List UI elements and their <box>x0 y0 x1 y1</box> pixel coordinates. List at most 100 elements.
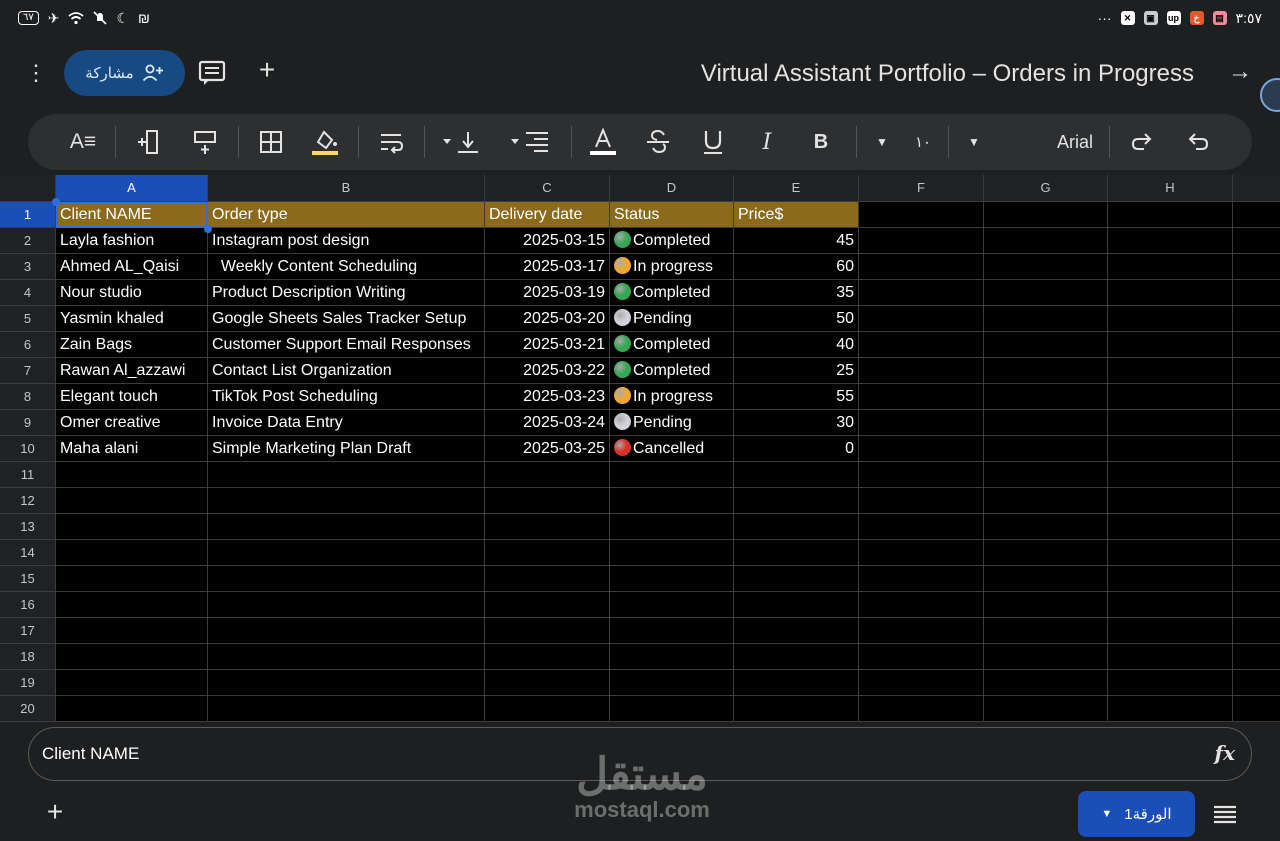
table-cell[interactable] <box>485 566 610 592</box>
selection-handle[interactable] <box>52 198 60 206</box>
table-cell[interactable] <box>859 254 984 280</box>
table-cell[interactable] <box>984 228 1108 254</box>
formula-bar[interactable]: Client NAME fx <box>28 727 1252 781</box>
share-button[interactable]: مشاركة <box>64 50 185 96</box>
table-cell[interactable]: Maha alani <box>56 436 208 462</box>
table-cell[interactable]: 50 <box>734 306 859 332</box>
table-cell[interactable] <box>859 358 984 384</box>
table-cell[interactable] <box>610 592 734 618</box>
table-cell[interactable]: Product Description Writing <box>208 280 485 306</box>
table-cell[interactable] <box>984 332 1108 358</box>
table-cell[interactable]: 0 <box>734 436 859 462</box>
table-cell[interactable] <box>1233 488 1280 514</box>
table-cell[interactable] <box>1108 436 1233 462</box>
row-header[interactable]: 18 <box>0 644 56 670</box>
floating-assistant-icon[interactable] <box>1260 78 1280 112</box>
table-cell[interactable] <box>208 592 485 618</box>
row-header[interactable]: 11 <box>0 462 56 488</box>
table-cell[interactable] <box>1233 306 1280 332</box>
table-cell[interactable] <box>1108 566 1233 592</box>
header-cell[interactable]: Price$ <box>734 202 859 228</box>
table-cell[interactable]: 2025-03-24 <box>485 410 610 436</box>
vertical-align-icon[interactable] <box>440 128 482 156</box>
font-size-value[interactable]: ١٠ <box>912 128 934 156</box>
table-cell[interactable] <box>984 670 1108 696</box>
table-cell[interactable]: Cancelled <box>610 436 734 462</box>
table-cell[interactable]: In progress <box>610 254 734 280</box>
table-cell[interactable] <box>1108 592 1233 618</box>
table-cell[interactable] <box>56 488 208 514</box>
spreadsheet-grid[interactable]: A B C D E F G H 1 Client NAME Order type Delivery d… <box>0 175 1280 722</box>
table-cell[interactable] <box>1233 410 1280 436</box>
underline-icon[interactable] <box>700 128 726 156</box>
table-cell[interactable] <box>859 618 984 644</box>
insert-row-icon[interactable] <box>192 128 218 156</box>
table-cell[interactable]: Invoice Data Entry <box>208 410 485 436</box>
horizontal-align-icon[interactable] <box>508 128 552 156</box>
table-cell[interactable] <box>485 618 610 644</box>
table-cell[interactable] <box>56 462 208 488</box>
row-header[interactable]: 12 <box>0 488 56 514</box>
table-cell[interactable] <box>984 280 1108 306</box>
table-cell[interactable] <box>984 540 1108 566</box>
table-cell[interactable] <box>734 670 859 696</box>
row-header[interactable]: 7 <box>0 358 56 384</box>
text-format-icon[interactable]: A≡ <box>68 128 98 156</box>
table-cell[interactable] <box>56 670 208 696</box>
table-cell[interactable]: 2025-03-25 <box>485 436 610 462</box>
table-cell[interactable] <box>1108 306 1233 332</box>
row-header[interactable]: 17 <box>0 618 56 644</box>
table-cell[interactable]: 25 <box>734 358 859 384</box>
italic-icon[interactable]: I <box>756 128 778 156</box>
text-color-icon[interactable] <box>588 128 618 156</box>
document-title[interactable]: Virtual Assistant Portfolio – Orders in … <box>701 60 1194 88</box>
row-header[interactable]: 2 <box>0 228 56 254</box>
row-header[interactable]: 20 <box>0 696 56 722</box>
table-cell[interactable] <box>984 644 1108 670</box>
table-cell[interactable] <box>610 514 734 540</box>
table-cell[interactable]: Completed <box>610 228 734 254</box>
table-cell[interactable] <box>1233 358 1280 384</box>
table-cell[interactable] <box>56 696 208 722</box>
table-cell[interactable]: Yasmin khaled <box>56 306 208 332</box>
table-cell[interactable] <box>610 696 734 722</box>
table-cell[interactable] <box>1108 670 1233 696</box>
column-header[interactable]: G <box>984 175 1108 202</box>
table-cell[interactable]: Completed <box>610 280 734 306</box>
table-cell[interactable]: 2025-03-15 <box>485 228 610 254</box>
table-cell[interactable] <box>1233 384 1280 410</box>
row-header[interactable]: 1 <box>0 202 56 228</box>
table-cell[interactable]: 35 <box>734 280 859 306</box>
table-cell[interactable] <box>859 332 984 358</box>
table-cell[interactable] <box>984 436 1108 462</box>
table-cell[interactable] <box>859 228 984 254</box>
add-icon[interactable]: + <box>254 56 280 86</box>
table-cell[interactable] <box>1233 670 1280 696</box>
table-cell[interactable] <box>984 254 1108 280</box>
select-all-corner[interactable] <box>0 175 56 202</box>
table-cell[interactable]: 2025-03-19 <box>485 280 610 306</box>
table-cell[interactable] <box>984 410 1108 436</box>
table-cell[interactable] <box>485 514 610 540</box>
table-cell[interactable] <box>734 540 859 566</box>
table-cell[interactable] <box>859 566 984 592</box>
table-cell[interactable] <box>1233 436 1280 462</box>
header-cell[interactable] <box>1233 202 1280 228</box>
table-cell[interactable]: Instagram post design <box>208 228 485 254</box>
table-cell[interactable] <box>208 670 485 696</box>
table-cell[interactable] <box>208 618 485 644</box>
redo-icon[interactable] <box>1129 128 1155 156</box>
table-cell[interactable]: 2025-03-21 <box>485 332 610 358</box>
table-cell[interactable]: Completed <box>610 358 734 384</box>
table-cell[interactable]: Rawan Al_azzawi <box>56 358 208 384</box>
table-cell[interactable] <box>1108 280 1233 306</box>
table-cell[interactable]: Layla fashion <box>56 228 208 254</box>
table-cell[interactable] <box>208 644 485 670</box>
table-cell[interactable] <box>1108 410 1233 436</box>
table-cell[interactable] <box>1108 254 1233 280</box>
table-cell[interactable] <box>984 488 1108 514</box>
font-size-dropdown-icon[interactable]: ▼ <box>874 128 890 156</box>
row-header[interactable]: 14 <box>0 540 56 566</box>
table-cell[interactable]: 60 <box>734 254 859 280</box>
table-cell[interactable]: Zain Bags <box>56 332 208 358</box>
